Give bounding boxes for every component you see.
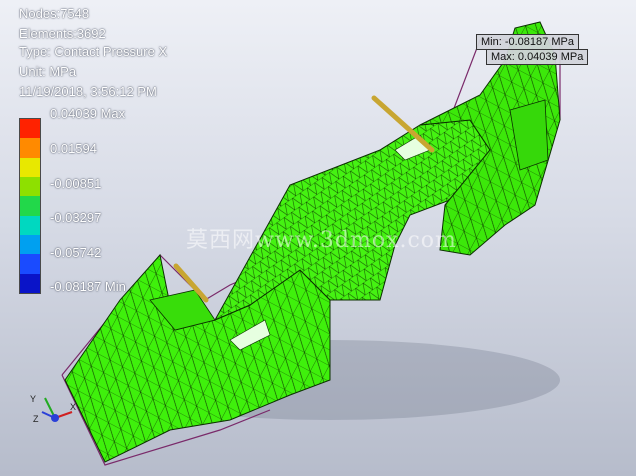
- info-nodes: Nodes:7548: [19, 6, 90, 21]
- min-probe-label[interactable]: Min: -0.08187 MPa: [476, 34, 579, 50]
- triad-y-label: Y: [30, 394, 36, 404]
- fea-viewport[interactable]: Y X Z Nodes:7548 Elements:3692 Type: Con…: [0, 0, 636, 476]
- triad-z-label: Z: [33, 414, 39, 424]
- info-unit: Unit: MPa: [19, 64, 77, 79]
- legend-color-segment: [20, 119, 40, 139]
- max-probe-label[interactable]: Max: 0.04039 MPa: [486, 49, 589, 65]
- legend-color-bar: [19, 118, 41, 294]
- legend-label-max: 0.04039 Max: [50, 106, 126, 121]
- info-timestamp: 11/19/2018, 3:56:12 PM: [19, 84, 157, 99]
- info-type: Type: Contact Pressure X: [19, 44, 168, 59]
- legend-label-min: -0.08187 Min: [50, 279, 126, 294]
- watermark: 莫西网www.3dmox.com: [186, 228, 457, 253]
- legend-color-segment: [20, 215, 40, 235]
- triad-x-label: X: [70, 402, 76, 412]
- legend-label-3: -0.00851: [50, 176, 102, 191]
- legend-color-segment: [20, 176, 40, 197]
- legend-color-segment: [20, 196, 40, 216]
- view-triad[interactable]: Y X Z: [30, 394, 76, 424]
- legend-color-segment: [20, 254, 40, 274]
- legend-color-segment: [20, 273, 40, 293]
- legend-label-2: 0.01594: [50, 141, 97, 156]
- legend-label-4: -0.03297: [50, 210, 102, 225]
- legend-color-segment: [20, 234, 40, 255]
- legend-label-5: -0.05742: [50, 245, 102, 260]
- legend-color-segment: [20, 138, 40, 158]
- info-elements: Elements:3692: [19, 26, 106, 41]
- legend-color-segment: [20, 157, 40, 177]
